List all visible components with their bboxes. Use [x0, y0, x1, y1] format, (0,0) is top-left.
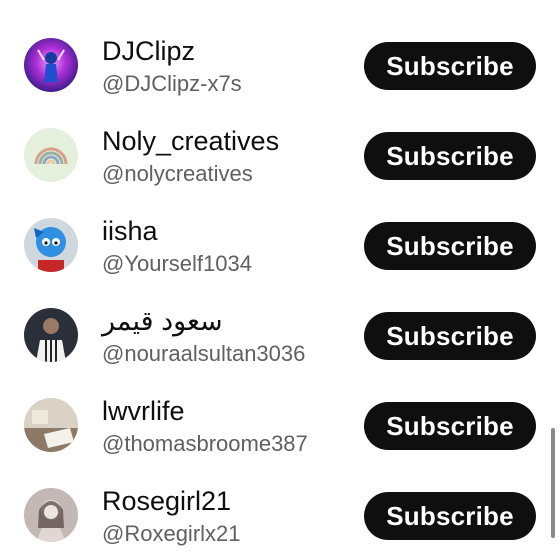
avatar-sketch-girl[interactable]	[24, 488, 78, 542]
channel-handle: @Roxegirlx21	[102, 521, 241, 546]
avatar-djclipz-image	[24, 38, 78, 92]
channel-row[interactable]: Noly_creatives @nolycreatives Subscribe	[0, 110, 560, 200]
channel-handle: @nolycreatives	[102, 161, 253, 186]
channel-handle: @thomasbroome387	[102, 431, 308, 456]
channel-row[interactable]: lwvrlife @thomasbroome387 Subscribe	[0, 380, 560, 470]
avatar-djclipz[interactable]	[24, 38, 78, 92]
subscribe-button[interactable]: Subscribe	[364, 402, 536, 450]
channel-list: DJClipz @DJClipz-x7s Subscribe Noly_crea…	[0, 0, 560, 560]
channel-handle: @DJClipz-x7s	[102, 71, 242, 96]
channel-row[interactable]: سعود قيمر @nouraalsultan3036 Subscribe	[0, 290, 560, 380]
scrollbar[interactable]	[551, 428, 555, 538]
cartoon-character-icon	[24, 218, 78, 272]
rainbow-logo-icon	[24, 128, 78, 182]
channel-name[interactable]: iisha	[102, 218, 158, 245]
channel-handle: @nouraalsultan3036	[102, 341, 306, 366]
avatar-football-player[interactable]	[24, 308, 78, 362]
avatar-cartoon-character[interactable]	[24, 218, 78, 272]
subscribe-button[interactable]: Subscribe	[364, 42, 536, 90]
channel-name[interactable]: lwvrlife	[102, 398, 185, 425]
channel-name[interactable]: DJClipz	[102, 38, 195, 65]
avatar-rainbow-logo[interactable]	[24, 128, 78, 182]
channel-name[interactable]: Noly_creatives	[102, 128, 279, 155]
channel-row[interactable]: iisha @Yourself1034 Subscribe	[0, 200, 560, 290]
channel-row[interactable]: Rosegirl21 @Roxegirlx21 Subscribe	[0, 470, 560, 560]
channel-name[interactable]: سعود قيمر	[102, 308, 223, 335]
subscribe-button[interactable]: Subscribe	[364, 222, 536, 270]
channel-name[interactable]: Rosegirl21	[102, 488, 231, 515]
sketch-girl-icon	[24, 488, 78, 542]
subscribe-button[interactable]: Subscribe	[364, 132, 536, 180]
subscribe-button[interactable]: Subscribe	[364, 312, 536, 360]
channel-row[interactable]: DJClipz @DJClipz-x7s Subscribe	[0, 20, 560, 110]
subscribe-button[interactable]: Subscribe	[364, 492, 536, 540]
avatar-room-photo[interactable]	[24, 398, 78, 452]
room-photo-icon	[24, 398, 78, 452]
football-player-icon	[24, 308, 78, 362]
channel-handle: @Yourself1034	[102, 251, 252, 276]
